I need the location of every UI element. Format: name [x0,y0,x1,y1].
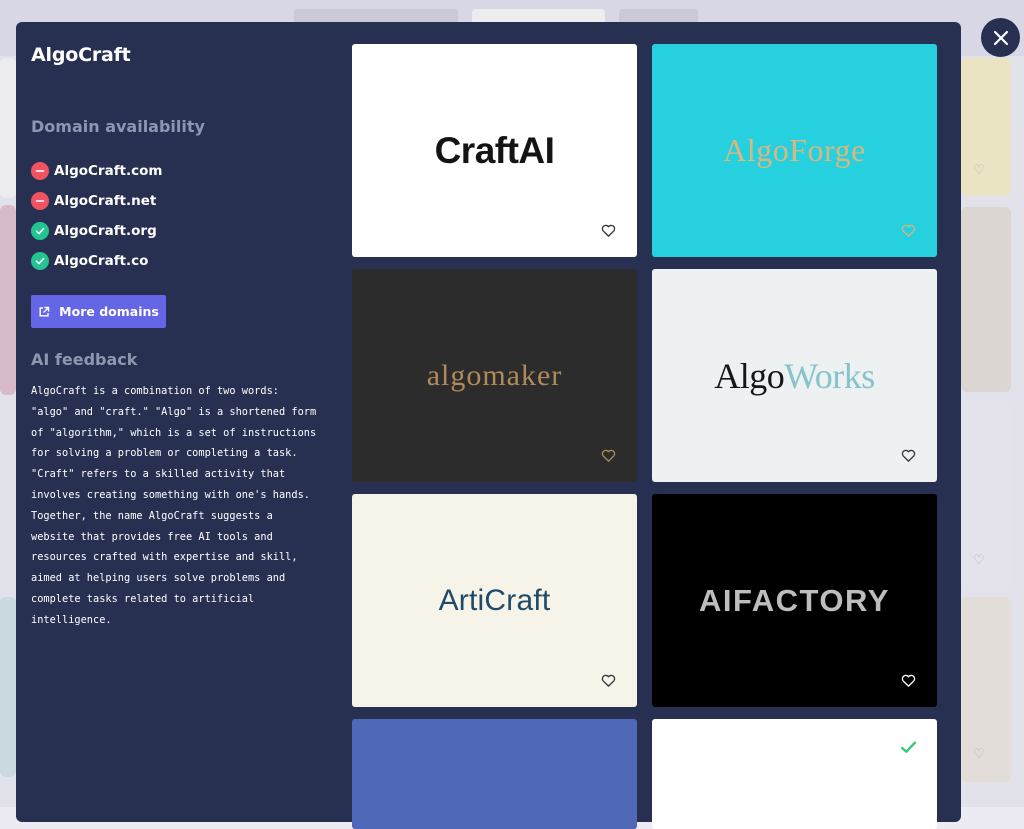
logo-card[interactable]: ArtiCraft [352,494,637,707]
domain-availability-title: Domain availability [31,117,205,136]
domain-item: AlgoCraft.co [31,246,163,276]
domain-name: AlgoCraft.co [54,253,149,269]
logo-text-part: Algo [714,355,785,396]
logo-text: AlgoForge [723,132,866,168]
check-icon [900,741,917,753]
logo-card[interactable]: AlgoForge [652,44,937,257]
check-icon [31,252,49,270]
domain-list: AlgoCraft.com AlgoCraft.net AlgoCraft.or… [31,156,163,276]
minus-icon [31,162,49,180]
minus-icon [31,192,49,210]
modal-sidebar: AlgoCraft Domain availability AlgoCraft.… [31,44,321,626]
logo-card[interactable] [352,719,637,829]
close-icon [993,30,1008,45]
heart-icon[interactable] [601,223,616,238]
close-button[interactable] [981,18,1020,57]
logo-card[interactable]: AIFACTORY [652,494,937,707]
domain-item: AlgoCraft.net [31,186,163,216]
heart-icon[interactable] [901,223,916,238]
logo-card[interactable] [652,719,937,829]
domain-item: AlgoCraft.com [31,156,163,186]
more-domains-label: More domains [59,304,159,319]
page-title: AlgoCraft [31,44,131,66]
domain-name: AlgoCraft.com [54,163,163,179]
domain-name: AlgoCraft.net [54,193,157,209]
logo-text-accent: Works [784,355,875,396]
domain-name: AlgoCraft.org [54,223,157,239]
heart-icon[interactable] [901,448,916,463]
ai-feedback-text: AlgoCraft is a combination of two words:… [31,385,317,626]
logo-text: algomaker [426,358,563,392]
logo-card[interactable]: AlgoWorks [652,269,937,482]
name-detail-modal: AlgoCraft Domain availability AlgoCraft.… [16,22,961,829]
domain-item: AlgoCraft.org [31,216,163,246]
logo-card[interactable]: CraftAI [352,44,637,257]
logo-text: AIFACTORY [699,582,890,618]
ai-feedback-title: AI feedback [31,350,138,369]
more-domains-button[interactable]: More domains [31,295,166,328]
logo-card[interactable]: algomaker [352,269,637,482]
heart-icon[interactable] [601,673,616,688]
logo-text: ArtiCraft [438,583,551,617]
logo-text: AlgoWorks [714,355,875,397]
heart-icon[interactable] [901,673,916,688]
logo-text: CraftAI [434,129,555,171]
external-link-icon [39,306,50,316]
check-icon [31,222,49,240]
heart-icon[interactable] [601,448,616,463]
